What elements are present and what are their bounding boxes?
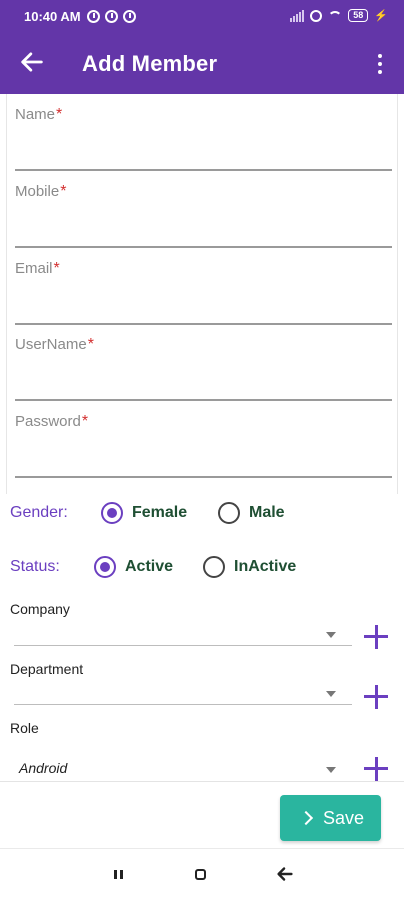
active-label: Active: [125, 558, 174, 575]
email-label: Email: [15, 260, 53, 277]
radio-unchecked-icon[interactable]: [203, 556, 225, 578]
add-department-plus-icon[interactable]: [364, 685, 388, 709]
chevron-right-icon: [298, 810, 314, 826]
app-bar: Add Member: [0, 34, 404, 94]
inactive-label: InActive: [234, 558, 297, 575]
nav-back-icon[interactable]: [274, 863, 296, 885]
required-mark: *: [87, 336, 94, 353]
department-label: Department: [10, 661, 84, 677]
status-group: Status: Active InActive: [10, 552, 390, 582]
radio-checked-icon[interactable]: [94, 556, 116, 578]
member-form-card: Name* Mobile* Email* UserName* Password*: [6, 94, 398, 494]
alarm-icon: [310, 9, 323, 22]
department-underline: [14, 703, 352, 705]
password-input-underline: [15, 476, 392, 478]
company-label: Company: [10, 601, 70, 617]
system-status-icons: 58 ⚡: [290, 9, 388, 22]
divider: [0, 781, 404, 782]
recent-apps-icon[interactable]: [108, 864, 130, 886]
mobile-label: Mobile: [15, 183, 60, 200]
status-time: 10:40 AM: [24, 9, 81, 24]
password-field[interactable]: Password*: [15, 413, 392, 478]
gender-label: Gender:: [10, 504, 68, 521]
add-role-plus-icon[interactable]: [364, 757, 388, 781]
save-label: Save: [322, 807, 365, 828]
username-field[interactable]: UserName*: [15, 336, 392, 401]
add-company-plus-icon[interactable]: [364, 625, 388, 649]
clock-notification-icon: [87, 10, 100, 23]
name-field[interactable]: Name*: [15, 106, 392, 171]
wifi-icon: [328, 10, 343, 21]
home-icon[interactable]: [190, 864, 212, 886]
dropdown-caret-icon: [326, 632, 336, 638]
save-button[interactable]: Save: [280, 795, 381, 841]
status-label: Status:: [10, 558, 60, 575]
radio-unchecked-icon[interactable]: [218, 502, 240, 524]
email-input-underline: [15, 323, 392, 325]
username-label: UserName: [15, 336, 87, 353]
status-option-active[interactable]: Active: [94, 556, 173, 578]
system-nav-bar: [0, 848, 404, 900]
app-notification-icon-2: [123, 10, 136, 23]
gender-option-male[interactable]: Male: [218, 502, 285, 524]
name-label: Name: [15, 106, 56, 123]
signal-icon: [290, 9, 305, 22]
email-field[interactable]: Email*: [15, 260, 392, 325]
notification-icons: [87, 10, 136, 23]
role-value: Android: [19, 760, 68, 776]
company-underline: [14, 644, 352, 646]
dropdown-caret-icon: [326, 691, 336, 697]
company-dropdown[interactable]: [14, 622, 352, 646]
app-notification-icon: [105, 10, 118, 23]
role-dropdown[interactable]: Android: [14, 757, 352, 781]
department-dropdown[interactable]: [14, 681, 352, 705]
username-input-underline: [15, 399, 392, 401]
role-label: Role: [10, 720, 39, 736]
radio-checked-icon[interactable]: [101, 502, 123, 524]
status-bar: 10:40 AM 58 ⚡: [0, 0, 404, 34]
password-label: Password: [15, 413, 81, 430]
gender-group: Gender: Female Male: [10, 498, 390, 528]
female-label: Female: [132, 504, 188, 521]
required-mark: *: [53, 260, 60, 277]
battery-icon: 58: [348, 9, 369, 22]
male-label: Male: [249, 504, 285, 521]
required-mark: *: [60, 183, 67, 200]
back-arrow-icon[interactable]: [18, 48, 46, 76]
mobile-field[interactable]: Mobile*: [15, 183, 392, 248]
name-input-underline: [15, 169, 392, 171]
more-vert-icon[interactable]: [370, 50, 390, 78]
gender-option-female[interactable]: Female: [101, 502, 187, 524]
required-mark: *: [81, 413, 89, 430]
dropdown-caret-icon: [326, 767, 336, 773]
status-option-inactive[interactable]: InActive: [203, 556, 296, 578]
charging-icon: ⚡: [374, 10, 388, 22]
page-title: Add Member: [82, 51, 218, 76]
mobile-input-underline: [15, 246, 392, 248]
required-mark: *: [56, 106, 63, 123]
